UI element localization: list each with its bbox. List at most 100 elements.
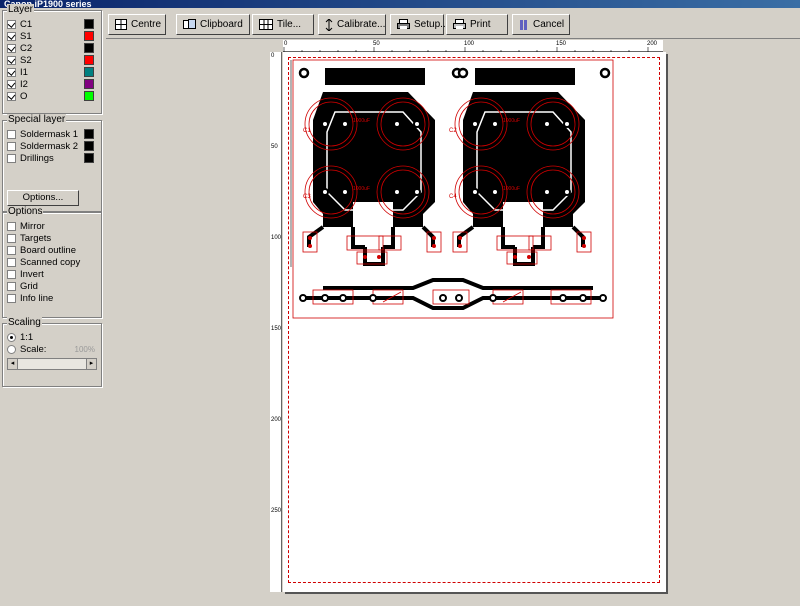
- option-targets[interactable]: Targets: [7, 232, 51, 244]
- invert-label: Invert: [20, 268, 44, 280]
- tile-label: Tile...: [277, 19, 302, 30]
- scanned-copy-checkbox[interactable]: [7, 257, 16, 267]
- clipboard-button[interactable]: Clipboard: [176, 14, 250, 35]
- layer-i2-color[interactable]: [84, 79, 94, 89]
- layer-item-s2[interactable]: S2: [7, 54, 99, 66]
- pcb-layout: C1 C2 C3 C4 1000uF 1000uF 1000uF 1000uF: [290, 59, 614, 319]
- special-item-drillings[interactable]: Drillings: [7, 152, 99, 164]
- tile-button[interactable]: Tile...: [252, 14, 314, 35]
- layer-s1-label: S1: [20, 30, 32, 42]
- scaling-scrollbar[interactable]: ◂ ▸: [7, 358, 97, 370]
- calibrate-button[interactable]: Calibrate...: [318, 14, 386, 35]
- soldermask1-color[interactable]: [84, 129, 94, 139]
- layer-item-c1[interactable]: C1: [7, 18, 99, 30]
- drillings-label: Drillings: [20, 152, 54, 164]
- special-layer-group-title: Special layer: [7, 114, 67, 126]
- mirror-checkbox[interactable]: [7, 221, 16, 231]
- layer-s2-label: S2: [20, 54, 32, 66]
- cap-label-c2: C2: [449, 128, 457, 134]
- scaling-1to1-option[interactable]: 1:1: [7, 331, 33, 343]
- option-info-line[interactable]: Info line: [7, 292, 53, 304]
- ruler-v-0: 0: [271, 53, 275, 59]
- invert-checkbox[interactable]: [7, 269, 16, 279]
- soldermask2-color[interactable]: [84, 141, 94, 151]
- drillings-checkbox[interactable]: [7, 153, 16, 163]
- info-line-label: Info line: [20, 292, 54, 304]
- scanned-copy-label: Scanned copy: [20, 256, 81, 268]
- layer-item-o[interactable]: O: [7, 90, 99, 102]
- option-grid[interactable]: Grid: [7, 280, 38, 292]
- layer-c1-checkbox[interactable]: [7, 19, 16, 29]
- layer-s2-color[interactable]: [84, 55, 94, 65]
- option-board-outline[interactable]: Board outline: [7, 244, 76, 256]
- layer-o-label: O: [20, 90, 28, 102]
- cancel-icon: [520, 19, 527, 30]
- soldermask1-checkbox[interactable]: [7, 129, 16, 139]
- layer-group: Layer C1 S1 C2 S2 I1 I2 O: [2, 4, 102, 114]
- cap-value-3: 1000uF: [353, 186, 370, 192]
- print-button[interactable]: Print: [446, 14, 508, 35]
- layer-s1-color[interactable]: [84, 31, 94, 41]
- targets-checkbox[interactable]: [7, 233, 16, 243]
- layer-item-i1[interactable]: I1: [7, 66, 99, 78]
- layer-c1-color[interactable]: [84, 19, 94, 29]
- layer-i2-checkbox[interactable]: [7, 79, 16, 89]
- scroll-right-arrow[interactable]: ▸: [86, 359, 96, 369]
- option-scanned-copy[interactable]: Scanned copy: [7, 256, 80, 268]
- printer-setup-icon: [397, 19, 410, 29]
- option-invert[interactable]: Invert: [7, 268, 44, 280]
- cap-value-4: 1000uF: [503, 186, 520, 192]
- cap-value-2: 1000uF: [503, 118, 520, 124]
- drillings-color[interactable]: [84, 153, 94, 163]
- cap-label-c1: C1: [303, 128, 311, 134]
- soldermask2-checkbox[interactable]: [7, 141, 16, 151]
- options-group: Options Mirror Targets Board outline Sca…: [2, 206, 102, 318]
- layer-o-checkbox[interactable]: [7, 91, 16, 101]
- ruler-v-200: 200: [271, 417, 282, 423]
- layer-item-c2[interactable]: C2: [7, 42, 99, 54]
- layer-c2-checkbox[interactable]: [7, 43, 16, 53]
- board-outline-checkbox[interactable]: [7, 245, 16, 255]
- options-button[interactable]: Options...: [7, 190, 79, 206]
- layer-s1-checkbox[interactable]: [7, 31, 16, 41]
- scaling-scale-option[interactable]: Scale: 100%: [7, 343, 99, 355]
- centre-label: Centre: [131, 19, 162, 30]
- tile-icon: [259, 19, 273, 30]
- toolbar: Centre Clipboard Tile... Calibrate... Se…: [106, 12, 800, 38]
- targets-label: Targets: [20, 232, 52, 244]
- option-mirror[interactable]: Mirror: [7, 220, 45, 232]
- centre-button[interactable]: Centre: [108, 14, 166, 35]
- scaling-group-title: Scaling: [7, 317, 42, 329]
- scaling-scale-value: 100%: [74, 344, 95, 354]
- layer-i1-color[interactable]: [84, 67, 94, 77]
- grid-icon: [115, 19, 127, 30]
- info-line-checkbox[interactable]: [7, 293, 16, 303]
- layer-o-color[interactable]: [84, 91, 94, 101]
- layer-item-s1[interactable]: S1: [7, 30, 99, 42]
- calibrate-icon: [325, 18, 333, 31]
- scaling-1to1-radio[interactable]: [7, 332, 16, 342]
- grid-checkbox[interactable]: [7, 281, 16, 291]
- layer-c2-label: C2: [20, 42, 33, 54]
- board-outline-label: Board outline: [20, 244, 76, 256]
- layer-s2-checkbox[interactable]: [7, 55, 16, 65]
- grid-label: Grid: [20, 280, 38, 292]
- layer-c1-label: C1: [20, 18, 33, 30]
- cap-label-c3: C3: [303, 194, 311, 200]
- special-item-soldermask2[interactable]: Soldermask 2: [7, 140, 99, 152]
- horizontal-ruler: 0 50 100 150 200: [283, 40, 663, 52]
- scaling-scale-radio[interactable]: [7, 344, 16, 354]
- layer-item-i2[interactable]: I2: [7, 78, 99, 90]
- layer-c2-color[interactable]: [84, 43, 94, 53]
- window-title-bar: Canon iP1900 series: [0, 0, 800, 8]
- printer-icon: [453, 19, 466, 29]
- scroll-left-arrow[interactable]: ◂: [8, 359, 18, 369]
- ruler-v-150: 150: [271, 326, 282, 332]
- cancel-button[interactable]: Cancel: [512, 14, 570, 35]
- special-item-soldermask1[interactable]: Soldermask 1: [7, 128, 99, 140]
- setup-button[interactable]: Setup...: [390, 14, 448, 35]
- layer-i1-checkbox[interactable]: [7, 67, 16, 77]
- cancel-label: Cancel: [533, 19, 565, 30]
- ruler-v-100: 100: [271, 235, 282, 241]
- ruler-v-50: 50: [271, 144, 278, 150]
